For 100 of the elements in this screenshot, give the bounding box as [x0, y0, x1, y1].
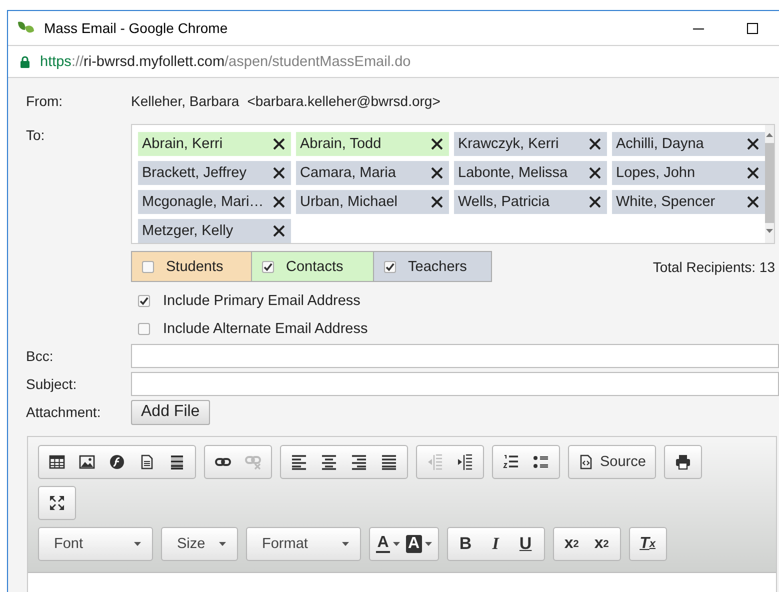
- sender-name: Kelleher, Barbara: [131, 93, 240, 109]
- outdent-icon: [427, 454, 443, 470]
- recipient-name: Camara, Maria: [300, 165, 396, 181]
- field-label: Attachment:: [26, 404, 102, 420]
- scroll-down-icon[interactable]: [766, 229, 773, 233]
- close-icon[interactable]: [431, 167, 443, 179]
- bold-button[interactable]: B: [450, 528, 481, 560]
- recipient-name: White, Spencer: [616, 194, 716, 210]
- recipient-name: Achilli, Dayna: [616, 136, 704, 152]
- field-label: Subject:: [26, 376, 78, 392]
- caret-icon: [342, 542, 349, 546]
- table-icon: [49, 454, 65, 470]
- checkbox[interactable]: [142, 260, 154, 272]
- close-icon[interactable]: [747, 138, 759, 150]
- recipient-chip[interactable]: Urban, Michael: [296, 190, 449, 214]
- justify-icon: [381, 454, 397, 470]
- recipient-name: Labonte, Melissa: [458, 165, 568, 181]
- recipient-group-toggle[interactable]: Teachers: [374, 251, 492, 282]
- expand-icon: [49, 495, 65, 511]
- close-icon[interactable]: [747, 196, 759, 208]
- recipient-chip[interactable]: Achilli, Dayna: [612, 132, 765, 156]
- recipient-name: Metzger, Kelly: [142, 223, 234, 239]
- scrollbar[interactable]: [765, 125, 774, 243]
- close-icon[interactable]: [589, 196, 601, 208]
- unlink-icon: [245, 454, 261, 470]
- checkbox[interactable]: [262, 260, 274, 272]
- window-title: Mass Email - Google Chrome: [44, 20, 229, 36]
- close-icon[interactable]: [273, 138, 285, 150]
- dropdown[interactable]: Format: [250, 528, 357, 560]
- recipient-chip[interactable]: Camara, Maria: [296, 161, 449, 185]
- caret-icon: [392, 542, 400, 546]
- close-icon[interactable]: [747, 167, 759, 179]
- recipient-chip[interactable]: Metzger, Kelly: [138, 219, 291, 243]
- bolt-circle-icon: [109, 454, 125, 470]
- recipient-chip[interactable]: Wells, Patricia: [454, 190, 607, 214]
- horizontal-line-icon: [169, 454, 185, 470]
- dropdown[interactable]: Font: [42, 528, 149, 560]
- close-icon[interactable]: [589, 138, 601, 150]
- recipient-name: Brackett, Jeffrey: [142, 165, 246, 181]
- numbered-list-icon: [503, 454, 519, 470]
- recipient-name: Abrain, Kerri: [142, 136, 223, 152]
- recipient-group-toggle[interactable]: Students: [131, 251, 252, 282]
- caret-icon: [424, 542, 432, 546]
- recipient-name: Mcgonagle, Mari…: [142, 194, 264, 210]
- image-icon: [79, 454, 95, 470]
- page-icon: [139, 454, 155, 470]
- close-icon[interactable]: [589, 167, 601, 179]
- recipient-name: Krawczyk, Kerri: [458, 136, 559, 152]
- printer-icon: [674, 454, 691, 470]
- total-recipients: Total Recipients: 13: [652, 258, 775, 274]
- dropdown[interactable]: Size: [165, 528, 234, 560]
- recipient-chip[interactable]: Abrain, Todd: [296, 132, 449, 156]
- recipient-name: Wells, Patricia: [458, 194, 550, 210]
- recipient-chip[interactable]: Brackett, Jeffrey: [138, 161, 291, 185]
- maximize-icon[interactable]: [746, 22, 758, 34]
- align-left-icon: [291, 454, 307, 470]
- close-icon[interactable]: [273, 167, 285, 179]
- recipient-chip[interactable]: Lopes, John: [612, 161, 765, 185]
- recipient-name: Lopes, John: [616, 165, 696, 181]
- field-label: From:: [26, 93, 64, 109]
- recipient-name: Urban, Michael: [300, 194, 398, 210]
- close-icon[interactable]: [273, 196, 285, 208]
- sender-email: <barbara.kelleher@bwrsd.org>: [247, 93, 440, 109]
- recipient-chip[interactable]: Labonte, Melissa: [454, 161, 607, 185]
- bulleted-list-icon: [533, 454, 549, 470]
- recipient-name: Abrain, Todd: [300, 136, 382, 152]
- background-color-button[interactable]: A: [403, 528, 435, 560]
- group-label: Students: [166, 258, 224, 274]
- scroll-up-icon[interactable]: [766, 133, 773, 137]
- recipient-group-toggle[interactable]: Contacts: [252, 251, 374, 282]
- option-label: Include Primary Email Address: [163, 293, 360, 309]
- close-icon[interactable]: [273, 225, 285, 237]
- source-icon: [578, 454, 594, 470]
- close-icon[interactable]: [431, 196, 443, 208]
- bcc-field[interactable]: [131, 344, 779, 368]
- underline-button[interactable]: U: [510, 528, 541, 560]
- recipient-chip[interactable]: Mcgonagle, Mari…: [138, 190, 291, 214]
- recipient-chip[interactable]: White, Spencer: [612, 190, 765, 214]
- checkbox[interactable]: [384, 260, 396, 272]
- field-label: To:: [26, 127, 46, 143]
- italic-button[interactable]: I: [480, 528, 511, 560]
- lock-icon: [20, 56, 30, 68]
- field-label: Bcc:: [26, 348, 54, 364]
- align-right-icon: [351, 454, 367, 470]
- checkbox[interactable]: [138, 323, 150, 335]
- add-file-button[interactable]: Add File: [131, 400, 210, 424]
- option-label: Include Alternate Email Address: [163, 321, 368, 337]
- checkbox[interactable]: [138, 295, 150, 307]
- align-center-icon: [321, 454, 337, 470]
- caret-icon: [219, 542, 226, 546]
- caret-icon: [134, 542, 141, 546]
- recipients-box[interactable]: Abrain, Kerri Abrain, Todd Krawczyk, Kerri Achilli, Dayna Brackett, Jeffrey Camara, Maria Labonte, Melissa Lopes, John Mcgonagle, Mari… Urban, Michael Wells, Patricia White, Spencer Metzger, Kelly: [131, 124, 775, 244]
- group-label: Teachers: [408, 258, 467, 274]
- recipient-chip[interactable]: Krawczyk, Kerri: [454, 132, 607, 156]
- recipient-chip[interactable]: Abrain, Kerri: [138, 132, 291, 156]
- source-button[interactable]: Source: [572, 446, 652, 478]
- text-color-button[interactable]: A: [373, 528, 403, 560]
- close-icon[interactable]: [431, 138, 443, 150]
- group-label: Contacts: [286, 258, 344, 274]
- subject-field[interactable]: [131, 372, 779, 396]
